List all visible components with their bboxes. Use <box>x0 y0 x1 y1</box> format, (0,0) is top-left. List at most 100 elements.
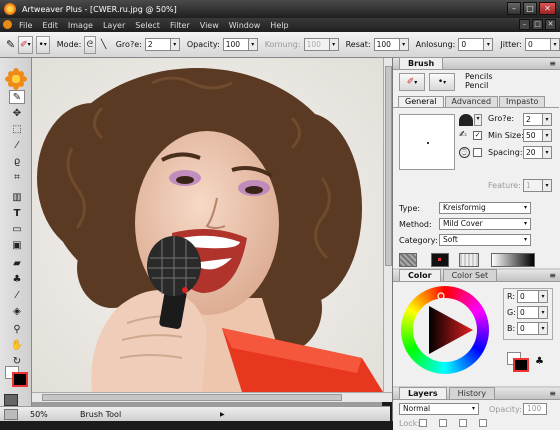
g-spinner[interactable]: 0 ▾ <box>517 306 548 319</box>
tab-brush[interactable]: Brush <box>399 57 444 69</box>
opacity-spinner[interactable]: 100 ▾ <box>222 38 258 51</box>
lasso-icon[interactable]: ϱ <box>9 154 25 168</box>
type-select[interactable]: Kreisformig ▾ <box>439 202 531 214</box>
r-value[interactable]: 0 <box>517 290 539 303</box>
brush-size-value[interactable]: 2 <box>523 113 543 126</box>
spacing-value[interactable]: 20 <box>523 146 543 159</box>
panel-menu-icon[interactable]: ≡ <box>549 271 556 280</box>
gradient-swatch[interactable] <box>491 253 535 267</box>
lock-checkbox-3[interactable] <box>459 419 467 427</box>
lock-checkbox-1[interactable] <box>419 419 427 427</box>
menu-filter[interactable]: Filter <box>165 21 195 30</box>
jitter-spinner[interactable]: 0 ▾ <box>524 38 560 51</box>
zoom-icon[interactable]: ⚲ <box>9 322 25 336</box>
jitter-value[interactable]: 0 <box>524 38 551 51</box>
close-button[interactable]: ✕ <box>539 2 556 15</box>
brush-picker-button[interactable]: ✐ ▾ <box>18 35 33 54</box>
menu-file[interactable]: File <box>14 21 37 30</box>
anlosung-spinner[interactable]: 0 ▾ <box>458 38 494 51</box>
rectangle-icon[interactable]: ▭ <box>9 222 25 236</box>
color-wheel[interactable] <box>401 286 489 374</box>
panel-menu-icon[interactable]: ≡ <box>549 389 556 398</box>
tab-color-set[interactable]: Color Set <box>442 269 498 281</box>
doc-icon[interactable] <box>3 20 12 29</box>
min-size-checkbox[interactable]: ✓ <box>473 131 482 140</box>
gradient-icon[interactable]: ▣ <box>9 238 25 252</box>
tab-history[interactable]: History <box>448 387 496 399</box>
fill-icon[interactable]: ◈ <box>9 304 25 318</box>
foreground-color-swatch[interactable] <box>12 372 28 387</box>
texture-swatch-1[interactable] <box>399 253 417 267</box>
tab-advanced[interactable]: Advanced <box>444 96 499 107</box>
min-size-spinner[interactable]: 50 ▾ <box>523 129 552 142</box>
tab-color[interactable]: Color <box>399 269 441 281</box>
lock-checkbox-2[interactable] <box>439 419 447 427</box>
texture-swatch-2[interactable] <box>431 253 449 267</box>
brush-variant-button[interactable]: • ▾ <box>429 73 455 91</box>
color-triangle[interactable] <box>401 286 489 374</box>
eyedropper-icon[interactable]: ⁄ <box>9 288 25 302</box>
spacing-clock-icon[interactable]: ⌚ <box>459 147 470 158</box>
chevron-down-icon[interactable]: ▾ <box>539 322 548 335</box>
brush-size-spinner[interactable]: 2 ▾ <box>523 113 552 126</box>
pressure-icon[interactable]: ✍ <box>459 130 467 140</box>
menu-select[interactable]: Select <box>130 21 165 30</box>
chevron-down-icon[interactable]: ▾ <box>170 38 180 51</box>
g-value[interactable]: 0 <box>517 306 539 319</box>
panel-menu-icon[interactable]: ≡ <box>549 59 556 68</box>
minimize-button[interactable]: – <box>507 2 521 15</box>
move-icon[interactable]: ✥ <box>9 106 25 120</box>
spacing-checkbox[interactable] <box>473 148 482 157</box>
hand-icon[interactable]: ✋ <box>9 338 25 352</box>
crop-icon[interactable]: ⌗ <box>9 170 25 184</box>
tab-impasto[interactable]: Impasto <box>499 96 546 107</box>
method-select[interactable]: Mild Cover ▾ <box>439 218 531 230</box>
doc-close-button[interactable]: ✕ <box>545 19 556 30</box>
chevron-down-icon[interactable]: ▾ <box>484 38 494 51</box>
brush-shape-icon[interactable] <box>459 114 473 126</box>
text-icon[interactable]: T <box>9 206 25 220</box>
chevron-down-icon[interactable]: ▾ <box>248 38 258 51</box>
menu-help[interactable]: Help <box>265 21 293 30</box>
blend-mode-select[interactable]: Normal ▾ <box>399 403 479 415</box>
image-canvas[interactable] <box>32 58 383 392</box>
tab-general[interactable]: General <box>398 96 444 107</box>
menu-window[interactable]: Window <box>224 21 266 30</box>
category-select[interactable]: Soft ▾ <box>439 234 531 246</box>
min-size-value[interactable]: 50 <box>523 129 543 142</box>
horizontal-scroll-thumb[interactable] <box>42 394 342 401</box>
layer-opacity-value[interactable]: 100 <box>523 403 547 415</box>
chevron-down-icon[interactable]: ▾ <box>550 38 560 51</box>
menu-view[interactable]: View <box>195 21 224 30</box>
chevron-down-icon[interactable]: ▾ <box>539 290 548 303</box>
tab-layers[interactable]: Layers <box>399 387 447 399</box>
navigator-thumbnail[interactable] <box>4 409 18 420</box>
size-spinner[interactable]: 2 ▾ <box>144 38 180 51</box>
status-menu-arrow-icon[interactable]: ▶ <box>220 411 225 418</box>
chevron-down-icon[interactable]: ▾ <box>543 146 552 159</box>
texture-swatch-3[interactable] <box>459 253 479 267</box>
chevron-down-icon[interactable]: ▾ <box>539 306 548 319</box>
r-spinner[interactable]: 0 ▾ <box>517 290 548 303</box>
magic-wand-icon[interactable]: ⁄ <box>9 138 25 152</box>
menu-edit[interactable]: Edit <box>37 21 63 30</box>
doc-restore-button[interactable]: □ <box>532 19 543 30</box>
chevron-down-icon[interactable]: ▾ <box>543 129 552 142</box>
maximize-button[interactable]: □ <box>523 2 537 15</box>
horizontal-scrollbar[interactable] <box>32 392 393 402</box>
rect-select-icon[interactable]: ⬚ <box>9 122 25 136</box>
resat-value[interactable]: 100 <box>373 38 400 51</box>
stamp-icon[interactable]: ▥ <box>9 190 25 204</box>
b-value[interactable]: 0 <box>517 322 539 335</box>
panel-fg-swatch[interactable] <box>513 358 529 372</box>
menu-image[interactable]: Image <box>63 21 98 30</box>
brush-category-button[interactable]: ✐ ▾ <box>399 73 425 91</box>
mode-freehand-button[interactable]: ᘓ <box>84 35 96 54</box>
anlosung-value[interactable]: 0 <box>458 38 485 51</box>
chevron-down-icon[interactable]: ▾ <box>399 38 409 51</box>
clone-icon[interactable]: ♣ <box>9 272 25 286</box>
default-colors-icon[interactable] <box>4 394 18 406</box>
eyedropper-mini-icon[interactable]: ♣ <box>535 356 544 367</box>
brush-preset-icon[interactable]: ✎ <box>6 36 15 54</box>
chevron-down-icon[interactable]: ▾ <box>474 114 482 126</box>
